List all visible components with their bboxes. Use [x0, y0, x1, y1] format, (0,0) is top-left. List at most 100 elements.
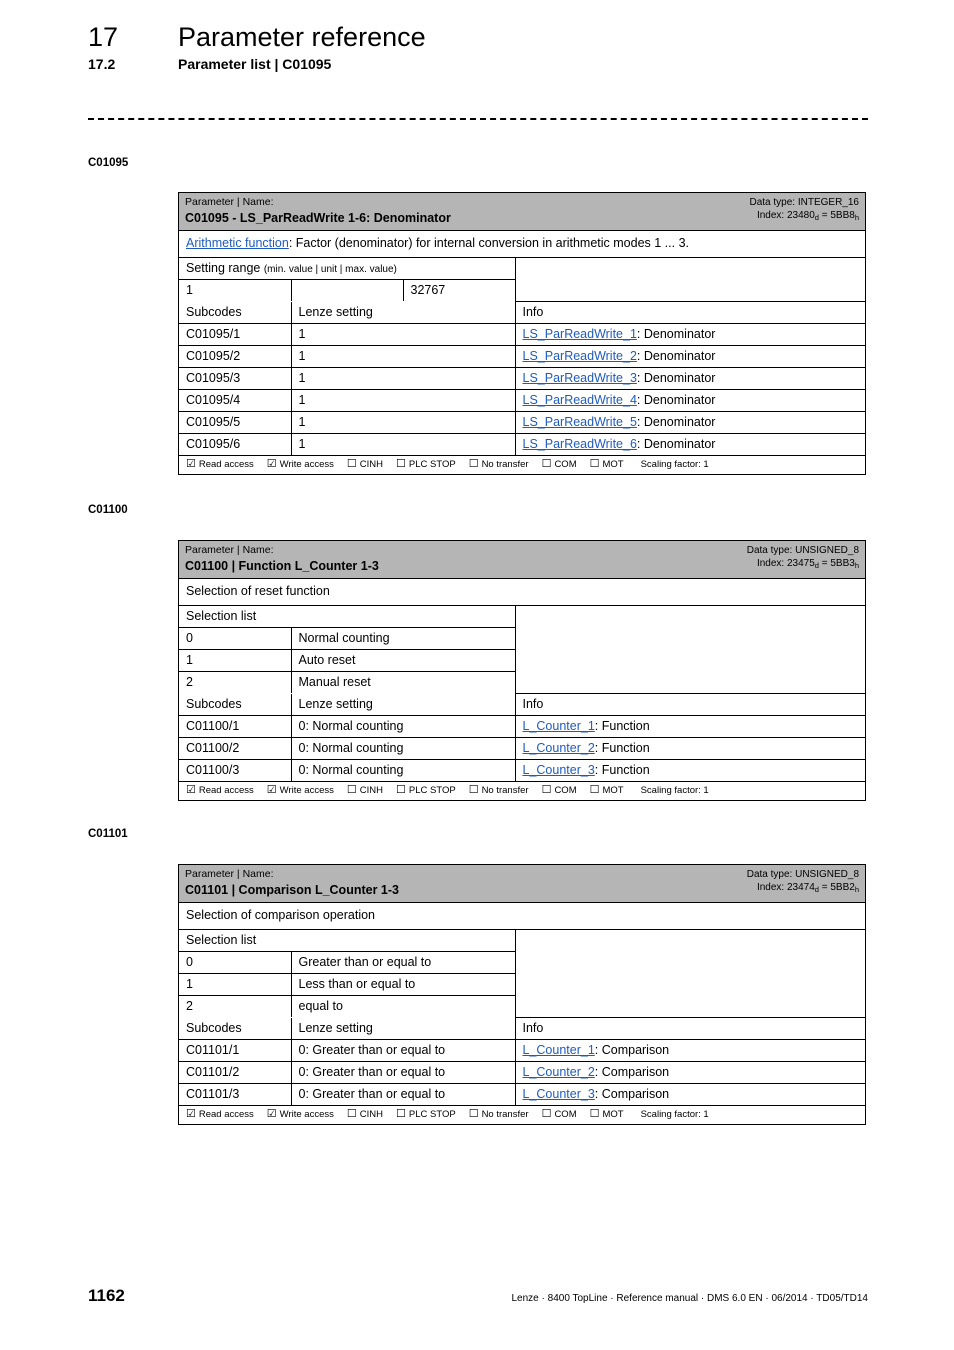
option-label: Manual reset — [290, 671, 515, 693]
cell-info: LS_ParReadWrite_6: Denominator — [514, 432, 865, 455]
option-label: Auto reset — [290, 649, 515, 672]
checkbox-unchecked-icon: ☐ — [346, 783, 357, 796]
access-plc-stop-label: PLC STOP — [408, 458, 456, 470]
info-text: : Comparison — [594, 1042, 670, 1057]
table-row: C01101/1 0: Greater than or equal to L_C… — [179, 1038, 865, 1062]
access-plc-stop: ☐ PLC STOP — [395, 457, 456, 470]
info-link[interactable]: LS_ParReadWrite_6 — [523, 437, 637, 451]
access-no-transfer: ☐ No transfer — [468, 457, 529, 470]
block-header: Parameter | Name: C01100 | Function L_Co… — [179, 541, 865, 579]
selection-list-header-row: Selection list — [179, 930, 865, 1018]
cell-subcode: C01095/3 — [179, 366, 292, 390]
info-text: : Denominator — [636, 370, 716, 385]
block-description: Arithmetic function: Factor (denominator… — [179, 231, 865, 258]
access-cinh-label: CINH — [359, 1108, 383, 1120]
index-hex: 5BB8 — [830, 209, 855, 221]
block-header-kicker: Parameter | Name: — [185, 868, 274, 880]
parameter-block-c01095: Parameter | Name: C01095 - LS_ParReadWri… — [178, 192, 866, 475]
option-value: 0 — [179, 627, 292, 650]
scaling-factor: Scaling factor: 1 — [640, 784, 709, 796]
scaling-factor: Scaling factor: 1 — [640, 458, 709, 470]
index-hex-sub: h — [854, 560, 859, 570]
info-link[interactable]: L_Counter_2 — [523, 1065, 595, 1079]
info-link[interactable]: L_Counter_1 — [523, 719, 595, 733]
col-header-lenze-setting: Lenze setting — [290, 1017, 516, 1040]
footer-imprint: Lenze · 8400 TopLine · Reference manual … — [511, 1293, 869, 1304]
index-hex-sub: h — [854, 212, 859, 222]
cell-lenze-setting: 1 — [290, 432, 516, 455]
info-link[interactable]: L_Counter_3 — [523, 763, 595, 777]
cell-lenze-setting: 0: Normal counting — [290, 714, 516, 738]
description-text: Selection of comparison operation — [186, 908, 376, 922]
access-com-label: COM — [554, 784, 577, 796]
access-write: ☑ Write access — [267, 1108, 334, 1120]
cell-subcode: C01095/5 — [179, 410, 292, 434]
selection-list-table: Selection list 0 Greater than or equal t… — [179, 930, 865, 1018]
info-link[interactable]: L_Counter_2 — [523, 741, 595, 755]
col-header-info: Info — [514, 693, 865, 716]
block-header-meta: Data type: UNSIGNED_8 Index: 23475d = 5B… — [747, 544, 859, 570]
access-mot: ☐ MOT — [590, 1108, 624, 1120]
index-value: Index: 23480d = 5BB8h — [750, 209, 859, 223]
cell-subcode: C01101/2 — [179, 1060, 292, 1084]
chapter-number: 17 — [88, 22, 119, 52]
access-legend: ☑ Read access ☑ Write access ☐ CINH ☐ PLC ST… — [179, 454, 865, 474]
subcodes-table: Subcodes Lenze setting Info C01100/1 0: … — [179, 693, 865, 781]
data-type: Data type: UNSIGNED_8 — [746, 545, 859, 556]
cell-subcode: C01095/6 — [179, 432, 292, 455]
cell-lenze-setting: 0: Greater than or equal to — [290, 1082, 516, 1105]
description-link[interactable]: Arithmetic function — [186, 236, 289, 250]
cell-lenze-setting: 0: Normal counting — [290, 736, 516, 760]
access-no-transfer-label: No transfer — [481, 784, 529, 796]
index-equals: = — [818, 881, 831, 893]
cell-lenze-setting: 1 — [290, 410, 516, 434]
table-row: C01100/1 0: Normal counting L_Counter_1:… — [179, 714, 865, 738]
cell-lenze-setting: 0: Greater than or equal to — [290, 1038, 516, 1062]
selection-list-title: Selection list — [179, 606, 516, 628]
option-value: 1 — [179, 973, 292, 996]
margin-label-c01101: C01101 — [88, 828, 128, 840]
block-header: Parameter | Name: C01101 | Comparison L_… — [179, 865, 865, 903]
access-plc-stop: ☐ PLC STOP — [396, 1108, 456, 1120]
checkbox-unchecked-icon: ☐ — [468, 1107, 479, 1120]
index-decimal-sub: d — [814, 884, 819, 894]
option-label: Greater than or equal to — [290, 951, 515, 974]
description-text: : Factor (denominator) for internal conv… — [288, 236, 689, 250]
info-link[interactable]: LS_ParReadWrite_3 — [523, 371, 637, 385]
checkbox-unchecked-icon: ☐ — [468, 457, 479, 470]
index-prefix: Index: — [756, 881, 787, 893]
access-plc-stop-label: PLC STOP — [408, 1108, 456, 1120]
info-link[interactable]: LS_ParReadWrite_5 — [523, 415, 637, 429]
access-read-label: Read access — [198, 784, 254, 796]
access-mot-label: MOT — [602, 784, 624, 796]
cell-info: L_Counter_3: Comparison — [514, 1082, 865, 1105]
subcodes-header-row: Subcodes Lenze setting Info — [179, 301, 865, 324]
selection-list-spacer — [514, 930, 865, 1018]
index-decimal: 23480 — [786, 209, 815, 221]
cell-info: L_Counter_2: Function — [514, 736, 865, 760]
info-text: : Denominator — [636, 414, 716, 429]
checkbox-unchecked-icon: ☐ — [395, 457, 406, 470]
access-cinh: ☐ CINH — [347, 458, 383, 470]
description-text: Selection of reset function — [186, 584, 330, 598]
section-number: 17.2 — [88, 56, 116, 72]
cell-info: LS_ParReadWrite_2: Denominator — [514, 344, 865, 368]
info-link[interactable]: LS_ParReadWrite_1 — [523, 327, 637, 341]
cell-subcode: C01095/2 — [179, 344, 292, 368]
access-no-transfer: ☐ No transfer — [469, 784, 529, 796]
access-cinh: ☐ CINH — [346, 1107, 383, 1120]
cell-info: LS_ParReadWrite_3: Denominator — [514, 366, 865, 390]
option-value: 1 — [179, 649, 292, 672]
block-description: Selection of comparison operation — [179, 903, 865, 930]
cell-info: L_Counter_1: Function — [514, 714, 865, 738]
info-link[interactable]: L_Counter_1 — [523, 1043, 595, 1057]
setting-range-header: Setting range (min. value | unit | max. … — [179, 258, 516, 280]
info-link[interactable]: LS_ParReadWrite_2 — [523, 349, 637, 363]
table-row: C01095/5 1 LS_ParReadWrite_5: Denominato… — [179, 410, 865, 434]
info-text: : Denominator — [636, 348, 716, 363]
info-link[interactable]: L_Counter_3 — [523, 1087, 595, 1101]
cell-subcode: C01100/1 — [179, 714, 292, 738]
checkbox-unchecked-icon: ☐ — [346, 1107, 357, 1120]
info-link[interactable]: LS_ParReadWrite_4 — [523, 393, 637, 407]
margin-label-c01095: C01095 — [88, 157, 129, 169]
